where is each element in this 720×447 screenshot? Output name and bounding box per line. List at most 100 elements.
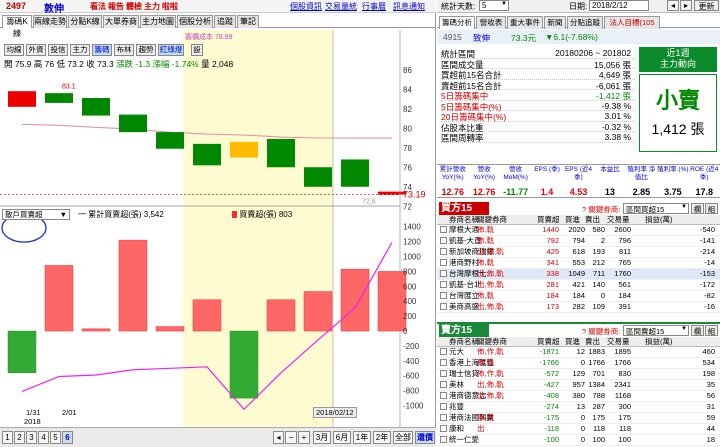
scroll-left-icon[interactable]: ◂ bbox=[273, 431, 284, 444]
broker-name[interactable]: 瑞士信貸 bbox=[449, 369, 479, 379]
foreign-button[interactable]: 外資 bbox=[26, 44, 46, 56]
broker-name[interactable]: 統一仁愛 bbox=[449, 435, 479, 445]
row-checkbox[interactable] bbox=[440, 381, 447, 388]
table-row[interactable]: 凱基-大直 佈,軌 792 794 2 796 -141 bbox=[437, 236, 720, 247]
column-header[interactable]: 券商名稱 bbox=[449, 215, 479, 225]
column-header[interactable]: 損益(萬) bbox=[645, 337, 673, 347]
next-icon[interactable]: ▸ bbox=[680, 0, 692, 11]
tab-revenue[interactable]: 營收表 bbox=[476, 16, 506, 29]
trust-button[interactable]: 投信 bbox=[48, 44, 68, 56]
column-header[interactable]: 關鍵券商 bbox=[477, 215, 507, 225]
adjusted-price-button[interactable]: 還價 bbox=[415, 431, 435, 444]
column-header[interactable]: 賣出 bbox=[585, 215, 600, 225]
tab-branch-k[interactable]: 分點K線 bbox=[68, 15, 102, 28]
row-checkbox[interactable] bbox=[440, 348, 447, 355]
bollinger-button[interactable]: 布林 bbox=[114, 44, 134, 56]
broker-name[interactable]: 康和 bbox=[449, 424, 464, 434]
sell-group-button[interactable]: 組 bbox=[705, 325, 718, 336]
row-checkbox[interactable] bbox=[440, 425, 447, 432]
volume-link[interactable]: 交易量統 bbox=[325, 1, 357, 12]
broker-name[interactable]: 港商野村 bbox=[449, 258, 479, 268]
date-input[interactable]: 2018/2/12 bbox=[589, 0, 649, 11]
buy-group-button[interactable]: 組 bbox=[705, 203, 718, 214]
report-button[interactable]: 報告 bbox=[108, 1, 124, 12]
row-checkbox[interactable] bbox=[440, 270, 447, 277]
table-row[interactable]: 美商高盛 出,佈,軌 173 282 109 391 -16 bbox=[437, 302, 720, 313]
row-checkbox[interactable] bbox=[440, 248, 447, 255]
period-1y[interactable]: 1年 bbox=[353, 431, 371, 444]
tab-chip-k[interactable]: 籌碼K線 bbox=[2, 15, 32, 38]
row-checkbox[interactable] bbox=[440, 414, 447, 421]
indicator-select[interactable]: 散戶買賣超 ▼ bbox=[2, 209, 70, 220]
table-row[interactable]: 港商德意志 出,佈,軌 -408 380 788 1168 56 bbox=[437, 391, 720, 402]
row-checkbox[interactable] bbox=[440, 303, 447, 310]
tab-notes[interactable]: 筆記 bbox=[237, 15, 259, 28]
tab-news[interactable]: 新聞 bbox=[544, 16, 566, 29]
broker-name[interactable]: 美林 bbox=[449, 380, 464, 390]
tab-big-broker[interactable]: 大單券商 bbox=[103, 15, 139, 28]
tab-events[interactable]: 重大事件 bbox=[507, 16, 543, 29]
tab-chip[interactable]: 籌碼分析 bbox=[439, 16, 475, 29]
table-row[interactable]: 台灣匯立 佈,軌 184 184 0 184 -82 bbox=[437, 291, 720, 302]
table-row[interactable]: 港商法國興業 佈,軌 -175 0 175 175 59 bbox=[437, 413, 720, 424]
tab-track[interactable]: 追蹤 bbox=[214, 15, 236, 28]
major-button[interactable]: 主力 bbox=[144, 1, 160, 12]
traffic-light-button[interactable]: 紅綠燈 bbox=[158, 44, 184, 56]
stock-info-link[interactable]: 個股資訊 bbox=[290, 1, 322, 12]
table-row[interactable]: 港商野村 佈,軌 341 553 212 765 -14 bbox=[437, 258, 720, 269]
page-5[interactable]: 5 bbox=[50, 431, 61, 444]
tab-two-line[interactable]: 兩線走勢 bbox=[33, 15, 67, 28]
buy-column-button[interactable]: 欄 bbox=[691, 203, 704, 214]
page-3[interactable]: 3 bbox=[26, 431, 37, 444]
column-header[interactable]: 關鍵券商 bbox=[477, 337, 507, 347]
column-header[interactable]: 買進 bbox=[565, 337, 580, 347]
broker-name[interactable]: 摩根大通 bbox=[449, 225, 479, 235]
calendar-link[interactable]: 行事曆 bbox=[362, 1, 386, 12]
row-checkbox[interactable] bbox=[440, 436, 447, 443]
row-checkbox[interactable] bbox=[440, 281, 447, 288]
period-2y[interactable]: 2年 bbox=[373, 431, 391, 444]
row-checkbox[interactable] bbox=[440, 359, 447, 366]
column-header[interactable]: 買賣超 bbox=[537, 215, 560, 225]
column-header[interactable]: 買進 bbox=[565, 215, 580, 225]
row-checkbox[interactable] bbox=[440, 392, 447, 399]
sell-column-button[interactable]: 欄 bbox=[691, 325, 704, 336]
broker-name[interactable]: 美商高盛 bbox=[449, 302, 479, 312]
major-force-button[interactable]: 主力 bbox=[70, 44, 90, 56]
buy-range-select[interactable]: 區間買超15 ▼ bbox=[623, 203, 689, 214]
column-header[interactable]: 券商名稱 bbox=[449, 337, 479, 347]
page-2[interactable]: 2 bbox=[14, 431, 25, 444]
tab-branch-track[interactable]: 分點追蹤 bbox=[567, 16, 603, 29]
column-header[interactable]: 交易量 bbox=[607, 337, 630, 347]
page-4[interactable]: 4 bbox=[38, 431, 49, 444]
table-row[interactable]: 新加坡商瑞銀 出,佈,軌 425 618 193 811 -214 bbox=[437, 247, 720, 258]
tab-stock-analysis[interactable]: 個股分析 bbox=[177, 15, 213, 28]
update-button[interactable]: 更新 bbox=[694, 0, 719, 11]
table-row[interactable]: 摩根大通 佈,軌 1440 2020 580 2600 -540 bbox=[437, 225, 720, 236]
table-row[interactable]: 香港上海匯豐 佈,軌 -1766 0 1766 1766 534 bbox=[437, 358, 720, 369]
table-row[interactable]: 台灣摩根士... 出,佈,軌 338 1049 711 1760 -153 bbox=[437, 269, 720, 280]
period-3m[interactable]: 3月 bbox=[313, 431, 331, 444]
broker-name[interactable]: 兆豐 bbox=[449, 402, 464, 412]
chip-button[interactable]: 籌碼 bbox=[92, 44, 112, 56]
sell-range-select[interactable]: 區間賣超15 ▼ bbox=[623, 325, 689, 336]
checkup-button[interactable]: 體檢 bbox=[126, 1, 142, 12]
ma-button[interactable]: 均線 bbox=[4, 44, 24, 56]
stock-name[interactable]: 敦伸 bbox=[44, 0, 64, 15]
column-header[interactable]: 買賣超 bbox=[537, 337, 560, 347]
view-button[interactable]: 看法 bbox=[90, 1, 106, 12]
settings-button[interactable]: 設 bbox=[191, 44, 203, 56]
zoom-out-icon[interactable]: − bbox=[285, 431, 297, 444]
row-checkbox[interactable] bbox=[440, 226, 447, 233]
broker-name[interactable]: 台灣匯立 bbox=[449, 291, 479, 301]
table-row[interactable]: 凱基-台北 出,佈,軌 281 421 140 561 -172 bbox=[437, 280, 720, 291]
row-checkbox[interactable] bbox=[440, 237, 447, 244]
page-1[interactable]: 1 bbox=[2, 431, 13, 444]
column-header[interactable]: 賣出 bbox=[585, 337, 600, 347]
trend-button[interactable]: 趨勢 bbox=[136, 44, 156, 56]
tab-main-map[interactable]: 主力地圖 bbox=[140, 15, 176, 28]
row-checkbox[interactable] bbox=[440, 259, 447, 266]
table-row[interactable]: 元大 佈,作,軌 -1871 12 1883 1895 460 bbox=[437, 347, 720, 358]
page-6[interactable]: 6 bbox=[62, 431, 73, 444]
broker-name[interactable]: 元大 bbox=[449, 347, 464, 357]
